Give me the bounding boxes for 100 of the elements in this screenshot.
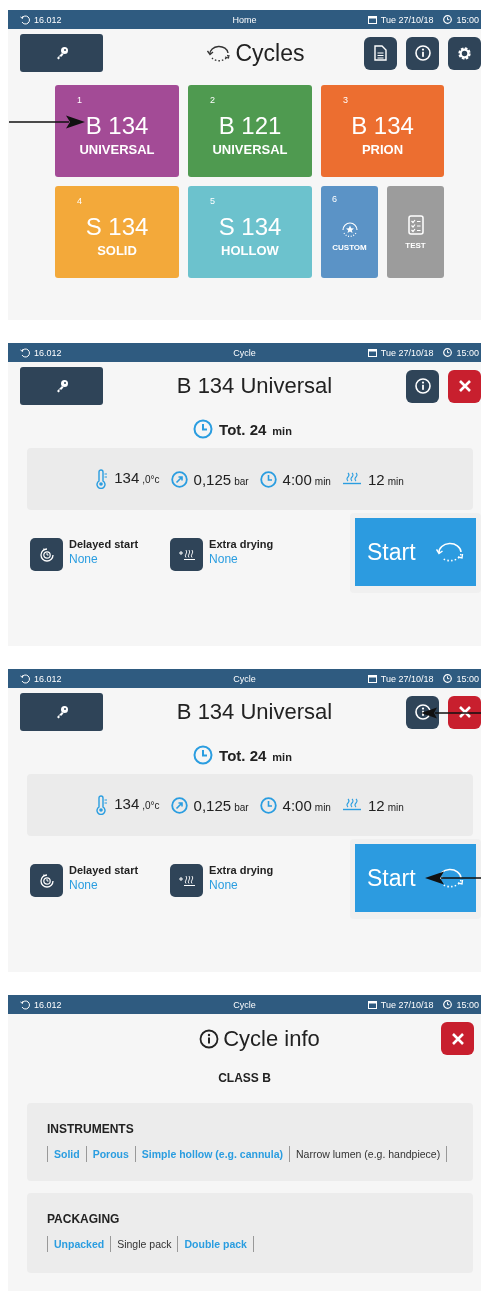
date-text: Tue 27/10/18 (380, 347, 434, 358)
cycle-tile[interactable]: 1 B 134 UNIVERSAL (55, 85, 179, 177)
start-button[interactable]: Start (355, 518, 476, 586)
close-icon (450, 1031, 465, 1046)
page-title: Cycles (235, 39, 305, 67)
thermometer-icon (96, 469, 109, 489)
tile-name: S 134 (85, 212, 149, 241)
parameter-value: 12 (367, 796, 385, 814)
option-button[interactable] (30, 538, 63, 571)
clock-icon (259, 470, 277, 488)
parameter-value: 4:00 (282, 796, 312, 814)
parameter-unit: min (387, 801, 404, 813)
option-button[interactable] (170, 538, 204, 571)
tile-number: 5 (210, 196, 215, 206)
info-button[interactable] (406, 369, 439, 403)
cycle-tile[interactable]: TEST (387, 186, 444, 278)
calendar-icon (367, 1000, 377, 1009)
total-unit: min (272, 424, 292, 437)
tile-label: HOLLOW (221, 242, 279, 258)
gauge-icon (170, 470, 188, 488)
option-label: Delayed start (69, 864, 139, 876)
info-button[interactable] (406, 695, 439, 729)
cycle-tile[interactable]: 4 S 134 SOLID (55, 186, 179, 278)
parameter-unit: ,0°c (142, 800, 160, 811)
tile-number: 3 (343, 95, 348, 105)
option-label: Extra drying (209, 538, 274, 550)
tile-label: PRION (361, 141, 404, 157)
clock-icon (193, 419, 214, 439)
screen-title: Cycle (233, 673, 256, 684)
sync-icon (20, 347, 30, 358)
key-button[interactable] (20, 34, 103, 72)
plus-heat-icon (177, 874, 196, 887)
close-icon (457, 379, 472, 393)
clock-icon (259, 796, 277, 814)
parameter-value: 134 (114, 469, 140, 486)
option-button[interactable] (30, 864, 63, 897)
parameter-unit: min (387, 475, 404, 487)
calendar-icon (367, 348, 377, 357)
info-icon (414, 45, 431, 61)
parameter-unit: min (314, 475, 331, 487)
category-item: Unpacked (48, 1236, 112, 1252)
pointer-arrow (421, 706, 481, 719)
date-text: Tue 27/10/18 (380, 14, 434, 25)
key-button[interactable] (20, 367, 103, 405)
settings-icon (456, 44, 473, 62)
time-text: 15:00 (456, 347, 479, 358)
plus-heat-icon (177, 548, 196, 561)
sync-icon (20, 673, 30, 684)
screen-title: Cycle (233, 999, 256, 1010)
cycle-tile[interactable]: 2 B 121 UNIVERSAL (188, 85, 312, 177)
time-text: 15:00 (456, 14, 479, 25)
cycle-tile[interactable]: 3 B 134 PRION (321, 85, 444, 177)
document-icon (374, 45, 387, 61)
parameter-value: 12 (367, 470, 385, 488)
cycle-tile[interactable]: 6 CUSTOM (321, 186, 378, 278)
page-title: B 134 Universal (176, 373, 333, 399)
counter-text: 16.012 (34, 347, 62, 358)
gauge-icon (170, 796, 188, 814)
cycle-tile[interactable]: 5 S 134 HOLLOW (188, 186, 312, 278)
category-item: Simple hollow (e.g. cannula) (135, 1146, 291, 1162)
total-duration: Tot. 24 (219, 746, 267, 764)
counter-text: 16.012 (34, 999, 62, 1010)
class-label: CLASS B (217, 1071, 272, 1085)
heat-waves-icon (341, 472, 362, 486)
counter-text: 16.012 (34, 14, 62, 25)
settings-button[interactable] (448, 36, 481, 70)
clock-icon (443, 1000, 453, 1009)
option-button[interactable] (170, 864, 204, 897)
info-button[interactable] (406, 36, 439, 70)
parameter-value: 4:00 (282, 470, 312, 488)
section-heading: PACKAGING (47, 1212, 121, 1226)
tile-number: 4 (77, 196, 82, 206)
parameter-unit: ,0°c (142, 474, 160, 485)
sync-icon (20, 14, 30, 25)
info-icon (414, 704, 431, 720)
clock-icon (443, 15, 453, 24)
clock-icon (443, 674, 453, 683)
total-unit: min (272, 750, 292, 763)
category-item: Single pack (111, 1236, 179, 1252)
category-item: Narrow lumen (e.g. handpiece) (290, 1146, 448, 1162)
option-value: None (209, 878, 239, 892)
tile-name: B 134 (85, 111, 149, 140)
info-icon (414, 378, 431, 394)
spiral-clock-icon (38, 872, 55, 889)
pointer-arrow (425, 871, 481, 885)
tile-number: 2 (210, 95, 215, 105)
tile-label: CUSTOM (332, 242, 367, 252)
key-button[interactable] (20, 693, 103, 731)
date-text: Tue 27/10/18 (380, 999, 434, 1010)
tile-number: 6 (332, 194, 337, 204)
parameter-value: 0,125 (193, 470, 232, 488)
start-button[interactable]: Start (355, 844, 476, 912)
tile-name: B 121 (218, 111, 282, 140)
close-button[interactable] (448, 695, 481, 729)
heat-waves-icon (341, 798, 362, 812)
report-button[interactable] (364, 36, 397, 70)
category-item: Solid (48, 1146, 87, 1162)
page-title: Cycle info (223, 1025, 320, 1052)
parameter-value: 0,125 (193, 796, 232, 814)
parameter-unit: bar (234, 475, 249, 487)
